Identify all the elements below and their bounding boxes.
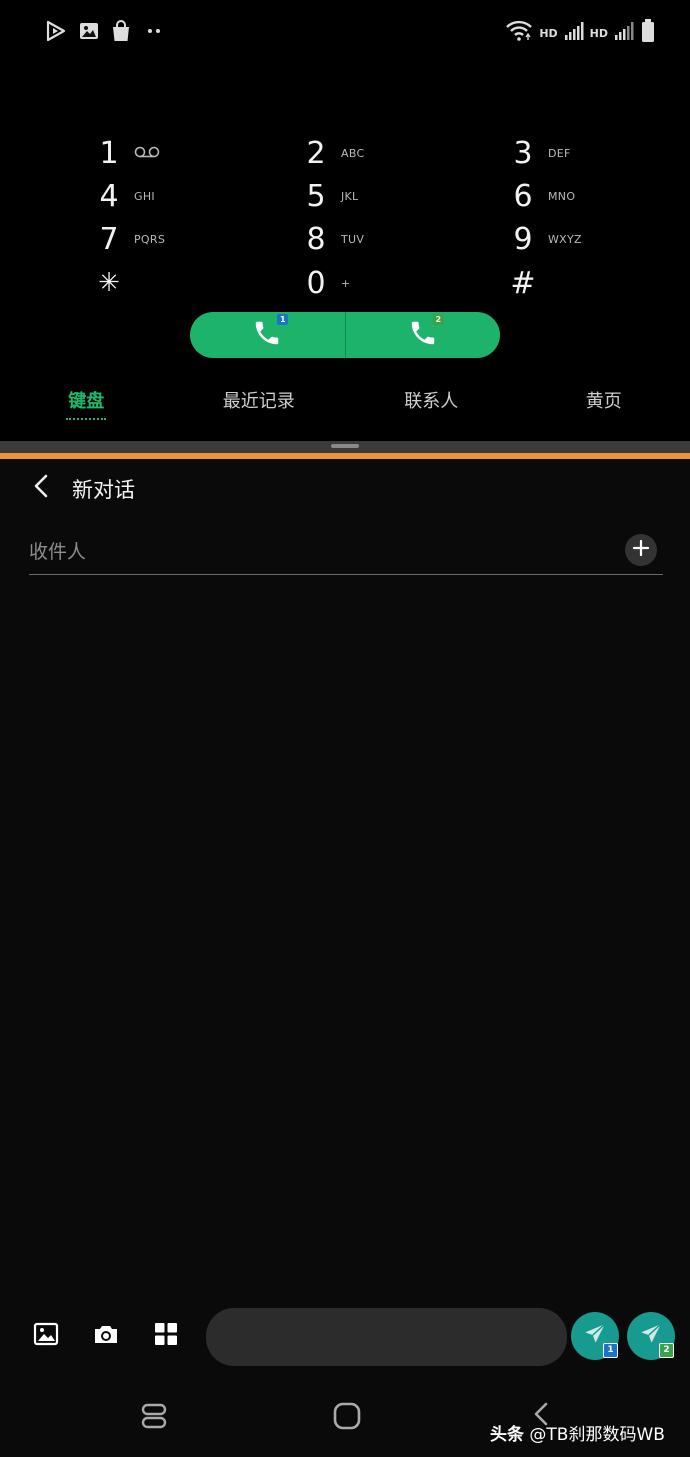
- sim2-badge: 2: [659, 1343, 674, 1358]
- call-button-group: 1 2: [190, 312, 500, 358]
- recent-apps-icon: [140, 1402, 168, 1434]
- send-sim2-button[interactable]: 2: [627, 1312, 675, 1360]
- call-sim2-button[interactable]: 2: [344, 312, 501, 358]
- tab-keypad[interactable]: 键盘: [0, 380, 173, 424]
- recent-apps-button[interactable]: [134, 1398, 174, 1438]
- back-button[interactable]: [26, 472, 56, 504]
- add-recipient-button[interactable]: [625, 534, 657, 566]
- plus-icon: [632, 539, 650, 561]
- recipient-field: [29, 534, 663, 575]
- sim2-badge: 2: [432, 314, 444, 325]
- phone-icon: 1: [252, 314, 289, 352]
- watermark: 头条 @TB刹那数码WB: [490, 1425, 665, 1445]
- message-input[interactable]: [206, 1308, 567, 1366]
- grid-icon: [154, 1322, 178, 1350]
- image-icon: [33, 1321, 59, 1351]
- key-6[interactable]: 6 MNO: [510, 176, 575, 216]
- key-1[interactable]: 1: [96, 133, 160, 173]
- send-sim1-button[interactable]: 1: [571, 1312, 619, 1360]
- phone-icon: 2: [408, 314, 444, 352]
- call-sim1-button[interactable]: 1: [190, 312, 345, 358]
- back-arrow-icon: [33, 473, 49, 503]
- voicemail-icon: [134, 145, 160, 162]
- key-7[interactable]: 7 PQRS: [96, 219, 165, 259]
- tab-yellow-pages[interactable]: 黄页: [518, 380, 690, 424]
- key-0[interactable]: 0 +: [303, 263, 351, 303]
- key-9[interactable]: 9 WXYZ: [510, 219, 582, 259]
- tab-contacts[interactable]: 联系人: [345, 380, 518, 424]
- key-3[interactable]: 3 DEF: [510, 133, 571, 173]
- sim1-badge: 1: [277, 314, 289, 325]
- attach-image-button[interactable]: [32, 1322, 60, 1350]
- recipient-input[interactable]: [29, 534, 609, 570]
- key-2[interactable]: 2 ABC: [303, 133, 364, 173]
- dialer-tabs: 键盘 最近记录 联系人 黄页: [0, 380, 690, 424]
- split-divider-handle[interactable]: [331, 444, 359, 448]
- apps-button[interactable]: [152, 1322, 180, 1350]
- dialer-keypad: 1 2 ABC 3 DEF 4 GHI 5 JKL 6 MNO 7 PQRS 8…: [0, 0, 690, 310]
- sim1-badge: 1: [603, 1343, 618, 1358]
- key-hash[interactable]: #: [510, 263, 536, 303]
- home-button[interactable]: [327, 1398, 367, 1438]
- tab-recents[interactable]: 最近记录: [173, 380, 346, 424]
- home-icon: [332, 1401, 362, 1435]
- key-5[interactable]: 5 JKL: [303, 176, 359, 216]
- camera-button[interactable]: [92, 1322, 120, 1350]
- key-4[interactable]: 4 GHI: [96, 176, 155, 216]
- page-title: 新对话: [72, 478, 135, 502]
- key-8[interactable]: 8 TUV: [303, 219, 364, 259]
- camera-icon: [92, 1321, 120, 1351]
- key-star[interactable]: ✳: [96, 263, 122, 303]
